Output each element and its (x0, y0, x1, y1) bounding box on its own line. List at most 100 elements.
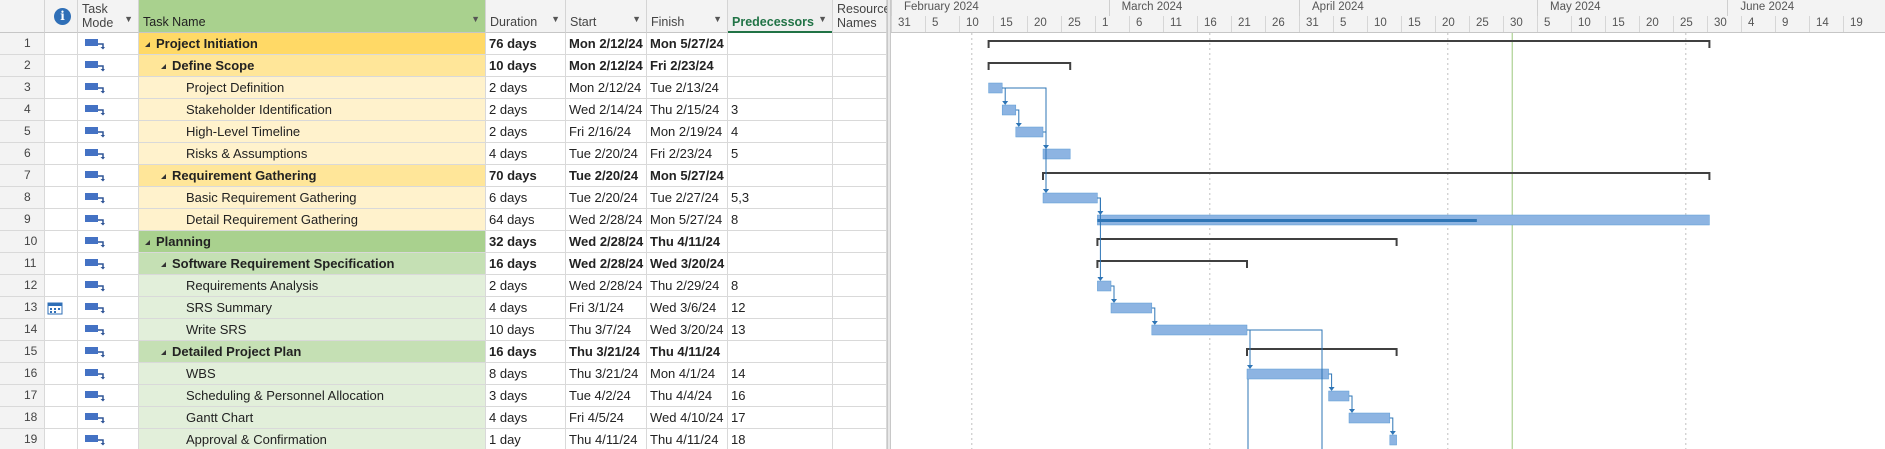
start-cell[interactable]: Mon 2/12/24 (566, 77, 647, 99)
predecessors-cell[interactable] (728, 33, 833, 55)
table-row[interactable]: 9 Detail Requirement Gathering 64 days Wed … (0, 209, 887, 231)
task-mode-cell[interactable] (78, 143, 139, 165)
task-mode-cell[interactable] (78, 319, 139, 341)
table-row[interactable]: 7 Requirement Gathering 70 days Tue 2/20/24… (0, 165, 887, 187)
duration-cell[interactable]: 8 days (486, 363, 566, 385)
predecessors-cell[interactable] (728, 253, 833, 275)
resource-names-cell[interactable] (833, 121, 887, 143)
row-number[interactable]: 15 (0, 341, 45, 363)
task-mode-column-header[interactable]: Task Mode ▼ (78, 0, 139, 33)
predecessors-cell[interactable]: 8 (728, 209, 833, 231)
resource-names-cell[interactable] (833, 77, 887, 99)
resource-names-cell[interactable] (833, 297, 887, 319)
finish-column-header[interactable]: Finish ▼ (647, 0, 728, 33)
finish-cell[interactable]: Wed 4/10/24 (647, 407, 728, 429)
task-name-cell[interactable]: Basic Requirement Gathering (139, 187, 486, 209)
row-number[interactable]: 8 (0, 187, 45, 209)
table-row[interactable]: 15 Detailed Project Plan 16 days Thu 3/21/2… (0, 341, 887, 363)
duration-cell[interactable]: 16 days (486, 341, 566, 363)
task-name-cell[interactable]: Write SRS (139, 319, 486, 341)
table-row[interactable]: 14 Write SRS 10 days Thu 3/7/24 Wed 3/20/24 1… (0, 319, 887, 341)
collapse-icon[interactable] (161, 64, 166, 69)
duration-cell[interactable]: 6 days (486, 187, 566, 209)
predecessors-cell[interactable]: 8 (728, 275, 833, 297)
task-mode-cell[interactable] (78, 209, 139, 231)
row-number[interactable]: 14 (0, 319, 45, 341)
row-number[interactable]: 5 (0, 121, 45, 143)
duration-cell[interactable]: 1 day (486, 429, 566, 449)
task-mode-cell[interactable] (78, 363, 139, 385)
duration-cell[interactable]: 16 days (486, 253, 566, 275)
chevron-down-icon[interactable]: ▼ (632, 12, 641, 26)
task-name-cell[interactable]: Risks & Assumptions (139, 143, 486, 165)
task-mode-cell[interactable] (78, 187, 139, 209)
finish-cell[interactable]: Thu 4/11/24 (647, 231, 728, 253)
table-row[interactable]: 8 Basic Requirement Gathering 6 days Tue 2/… (0, 187, 887, 209)
start-cell[interactable]: Thu 3/21/24 (566, 363, 647, 385)
start-cell[interactable]: Thu 3/21/24 (566, 341, 647, 363)
start-cell[interactable]: Wed 2/14/24 (566, 99, 647, 121)
finish-cell[interactable]: Fri 2/23/24 (647, 143, 728, 165)
predecessors-cell[interactable] (728, 165, 833, 187)
predecessors-cell[interactable]: 16 (728, 385, 833, 407)
predecessors-column-header[interactable]: Predecessors ▼ (728, 0, 833, 33)
finish-cell[interactable]: Mon 2/19/24 (647, 121, 728, 143)
start-column-header[interactable]: Start ▼ (566, 0, 647, 33)
resource-names-cell[interactable] (833, 385, 887, 407)
resource-names-cell[interactable] (833, 187, 887, 209)
task-mode-cell[interactable] (78, 341, 139, 363)
start-cell[interactable]: Tue 2/20/24 (566, 187, 647, 209)
predecessors-cell[interactable]: 17 (728, 407, 833, 429)
table-row[interactable]: 1 Project Initiation 76 days Mon 2/12/24 Mon… (0, 33, 887, 55)
task-name-cell[interactable]: WBS (139, 363, 486, 385)
resource-names-cell[interactable] (833, 33, 887, 55)
chevron-down-icon[interactable]: ▼ (124, 12, 133, 26)
resource-names-cell[interactable] (833, 275, 887, 297)
row-number[interactable]: 3 (0, 77, 45, 99)
finish-cell[interactable]: Mon 5/27/24 (647, 33, 728, 55)
row-number[interactable]: 18 (0, 407, 45, 429)
start-cell[interactable]: Tue 2/20/24 (566, 165, 647, 187)
finish-cell[interactable]: Thu 2/29/24 (647, 275, 728, 297)
duration-cell[interactable]: 2 days (486, 99, 566, 121)
task-mode-cell[interactable] (78, 121, 139, 143)
task-mode-cell[interactable] (78, 297, 139, 319)
resource-names-cell[interactable] (833, 407, 887, 429)
finish-cell[interactable]: Mon 5/27/24 (647, 165, 728, 187)
resource-names-cell[interactable] (833, 55, 887, 77)
task-name-cell[interactable]: Define Scope (139, 55, 486, 77)
resource-names-cell[interactable] (833, 231, 887, 253)
predecessors-cell[interactable]: 3 (728, 99, 833, 121)
duration-column-header[interactable]: Duration ▼ (486, 0, 566, 33)
table-row[interactable]: 16 WBS 8 days Thu 3/21/24 Mon 4/1/24 14 (0, 363, 887, 385)
predecessors-cell[interactable]: 5 (728, 143, 833, 165)
row-number[interactable]: 12 (0, 275, 45, 297)
task-mode-cell[interactable] (78, 165, 139, 187)
predecessors-cell[interactable] (728, 231, 833, 253)
collapse-icon[interactable] (161, 350, 166, 355)
duration-cell[interactable]: 4 days (486, 407, 566, 429)
chevron-down-icon[interactable]: ▼ (818, 12, 827, 26)
finish-cell[interactable]: Wed 3/20/24 (647, 319, 728, 341)
table-row[interactable]: 5 High-Level Timeline 2 days Fri 2/16/24 Mon… (0, 121, 887, 143)
start-cell[interactable]: Mon 2/12/24 (566, 55, 647, 77)
finish-cell[interactable]: Thu 4/4/24 (647, 385, 728, 407)
finish-cell[interactable]: Wed 3/20/24 (647, 253, 728, 275)
task-name-column-header[interactable]: Task Name ▼ (139, 0, 486, 33)
task-name-cell[interactable]: Requirement Gathering (139, 165, 486, 187)
table-row[interactable]: 19 Approval & Confirmation 1 day Thu 4/11/2… (0, 429, 887, 449)
start-cell[interactable]: Wed 2/28/24 (566, 275, 647, 297)
task-mode-cell[interactable] (78, 407, 139, 429)
finish-cell[interactable]: Thu 4/11/24 (647, 429, 728, 449)
duration-cell[interactable]: 2 days (486, 77, 566, 99)
table-row[interactable]: 13 SRS Summary 4 days Fri 3/1/24 Wed 3/6/24 1… (0, 297, 887, 319)
task-name-cell[interactable]: Requirements Analysis (139, 275, 486, 297)
task-name-cell[interactable]: Project Initiation (139, 33, 486, 55)
collapse-icon[interactable] (161, 262, 166, 267)
task-name-cell[interactable]: Scheduling & Personnel Allocation (139, 385, 486, 407)
task-name-cell[interactable]: Approval & Confirmation (139, 429, 486, 449)
table-row[interactable]: 12 Requirements Analysis 2 days Wed 2/28/24… (0, 275, 887, 297)
task-name-cell[interactable]: SRS Summary (139, 297, 486, 319)
table-row[interactable]: 2 Define Scope 10 days Mon 2/12/24 Fri 2/23/… (0, 55, 887, 77)
row-number[interactable]: 19 (0, 429, 45, 449)
